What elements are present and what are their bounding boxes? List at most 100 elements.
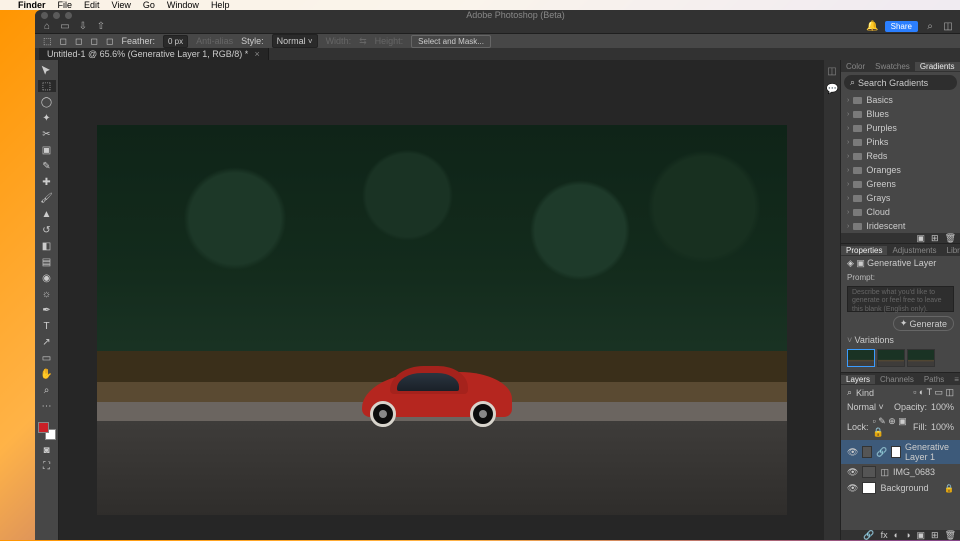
shape-tool-icon[interactable]: ▭ xyxy=(38,352,56,364)
menu-go[interactable]: Go xyxy=(143,0,155,10)
blur-tool-icon[interactable]: ◉ xyxy=(38,272,56,284)
history-brush-icon[interactable]: ↺ xyxy=(38,224,56,236)
select-and-mask-button[interactable]: Select and Mask... xyxy=(411,35,491,48)
style-select[interactable]: Normal ˅ xyxy=(272,34,318,48)
menu-help[interactable]: Help xyxy=(211,0,230,10)
new-layer-icon[interactable]: ⊞ xyxy=(931,530,939,541)
mask-icon[interactable]: ◐ xyxy=(894,530,899,540)
gradient-folder[interactable]: ›Cloud xyxy=(841,205,960,219)
visibility-icon[interactable]: 👁 xyxy=(847,447,858,458)
sel-add-icon[interactable]: ◻ xyxy=(75,36,82,47)
tab-color[interactable]: Color xyxy=(841,62,870,71)
canvas-area[interactable] xyxy=(59,60,824,540)
trash-icon[interactable]: 🗑 xyxy=(945,233,956,244)
tab-properties[interactable]: Properties xyxy=(841,246,887,255)
gradient-folder[interactable]: ›Blues xyxy=(841,107,960,121)
quickmask-icon[interactable]: ◙ xyxy=(38,444,56,456)
gradient-search-input[interactable]: ⌕Search Gradients xyxy=(844,75,957,90)
eyedropper-tool-icon[interactable]: ✎ xyxy=(38,160,56,172)
tab-swatches[interactable]: Swatches xyxy=(870,62,915,71)
gradient-folder[interactable]: ›Purples xyxy=(841,121,960,135)
variation-thumb[interactable] xyxy=(907,349,935,367)
tab-layers[interactable]: Layers xyxy=(841,375,875,384)
layer-row[interactable]: 👁◫IMG_0683 xyxy=(841,464,960,480)
menu-window[interactable]: Window xyxy=(167,0,199,10)
quick-select-tool-icon[interactable]: ✦ xyxy=(38,112,56,124)
layer-name[interactable]: Generative Layer 1 xyxy=(905,442,954,462)
gradient-folder[interactable]: ›Grays xyxy=(841,191,960,205)
bell-icon[interactable]: 🔔 xyxy=(867,21,879,33)
layer-name[interactable]: IMG_0683 xyxy=(893,467,935,477)
new-gradient-icon[interactable]: ⊞ xyxy=(931,233,939,244)
layer-name[interactable]: Background xyxy=(880,483,928,493)
fx-icon[interactable]: fx xyxy=(881,530,888,540)
panel-icon[interactable]: ◫ xyxy=(826,66,838,78)
type-tool-icon[interactable]: T xyxy=(38,320,56,332)
antialias-checkbox[interactable]: Anti-alias xyxy=(196,36,233,46)
screenmode-icon[interactable]: ⛶ xyxy=(38,460,56,472)
path-tool-icon[interactable]: ↗ xyxy=(38,336,56,348)
app-name[interactable]: Finder xyxy=(18,0,46,10)
layer-row[interactable]: 👁🔗Generative Layer 1 xyxy=(841,440,960,464)
document-tab[interactable]: Untitled-1 @ 65.6% (Generative Layer 1, … xyxy=(39,48,269,60)
tab-adjustments[interactable]: Adjustments xyxy=(887,246,941,255)
stamp-tool-icon[interactable]: ▲ xyxy=(38,208,56,220)
marquee-tool-icon[interactable]: ⬚ xyxy=(38,80,56,92)
fill-input[interactable]: 100% xyxy=(931,422,954,432)
trash-icon[interactable]: 🗑 xyxy=(945,530,956,541)
visibility-icon[interactable]: 👁 xyxy=(847,483,858,494)
move-tool-icon[interactable] xyxy=(38,64,56,76)
layer-row[interactable]: 👁Background🔒 xyxy=(841,480,960,496)
new-folder-icon[interactable]: ▣ xyxy=(917,233,926,244)
variation-thumb[interactable] xyxy=(847,349,875,367)
document-image[interactable] xyxy=(97,125,787,515)
tab-paths[interactable]: Paths xyxy=(919,375,949,384)
lock-icons[interactable]: ▫ ✎ ⊕ ▣ 🔒 xyxy=(873,416,909,438)
panel-menu-icon[interactable]: ≡ xyxy=(949,375,960,384)
lasso-tool-icon[interactable]: ◯ xyxy=(38,96,56,108)
menu-file[interactable]: File xyxy=(58,0,73,10)
menu-edit[interactable]: Edit xyxy=(84,0,100,10)
eraser-tool-icon[interactable]: ◧ xyxy=(38,240,56,252)
home-icon[interactable]: ⌂ xyxy=(41,21,53,33)
sel-new-icon[interactable]: ◻ xyxy=(60,36,67,47)
close-tab-icon[interactable]: × xyxy=(254,49,259,59)
tab-libraries[interactable]: Libraries xyxy=(942,246,960,255)
close-window-icon[interactable] xyxy=(41,12,48,19)
gradient-folder[interactable]: ›Pinks xyxy=(841,135,960,149)
share-button[interactable]: Share xyxy=(885,21,918,32)
sel-sub-icon[interactable]: ◻ xyxy=(90,36,97,47)
gradient-tool-icon[interactable]: ▤ xyxy=(38,256,56,268)
dodge-tool-icon[interactable]: ☼ xyxy=(38,288,56,300)
tab-gradients[interactable]: Gradients xyxy=(915,62,960,71)
gradient-folder[interactable]: ›Iridescent xyxy=(841,219,960,233)
visibility-icon[interactable]: 👁 xyxy=(847,467,858,478)
hand-tool-icon[interactable]: ✋ xyxy=(38,368,56,380)
adjustment-icon[interactable]: ◑ xyxy=(905,530,910,540)
search-icon[interactable]: ⌕ xyxy=(924,21,936,33)
new-doc-icon[interactable]: ▭ xyxy=(59,21,71,33)
opacity-input[interactable]: 100% xyxy=(931,402,954,412)
export-icon[interactable]: ⇧ xyxy=(95,21,107,33)
workspace-icon[interactable]: ◫ xyxy=(942,21,954,33)
gradient-folder[interactable]: ›Reds xyxy=(841,149,960,163)
menu-view[interactable]: View xyxy=(112,0,131,10)
panel-icon[interactable]: 💬 xyxy=(826,84,838,96)
brush-tool-icon[interactable]: 🖌 xyxy=(38,192,56,204)
tab-channels[interactable]: Channels xyxy=(875,375,919,384)
gradient-folder[interactable]: ›Oranges xyxy=(841,163,960,177)
gradient-folder[interactable]: ›Basics xyxy=(841,93,960,107)
blend-mode-select[interactable]: Normal ˅ xyxy=(847,402,890,412)
prompt-input[interactable]: Describe what you'd like to generate or … xyxy=(847,286,954,312)
link-layers-icon[interactable]: 🔗 xyxy=(863,530,874,541)
sel-intersect-icon[interactable]: ◻ xyxy=(106,36,113,47)
crop-tool-icon[interactable]: ✂ xyxy=(38,128,56,140)
color-swatches[interactable] xyxy=(38,422,56,440)
filter-kind[interactable]: Kind xyxy=(856,388,874,398)
frame-tool-icon[interactable]: ▣ xyxy=(38,144,56,156)
variation-thumb[interactable] xyxy=(877,349,905,367)
pen-tool-icon[interactable]: ✒ xyxy=(38,304,56,316)
swap-icon[interactable]: ⇆ xyxy=(359,36,367,47)
gradient-folder[interactable]: ›Greens xyxy=(841,177,960,191)
heal-tool-icon[interactable]: ✚ xyxy=(38,176,56,188)
